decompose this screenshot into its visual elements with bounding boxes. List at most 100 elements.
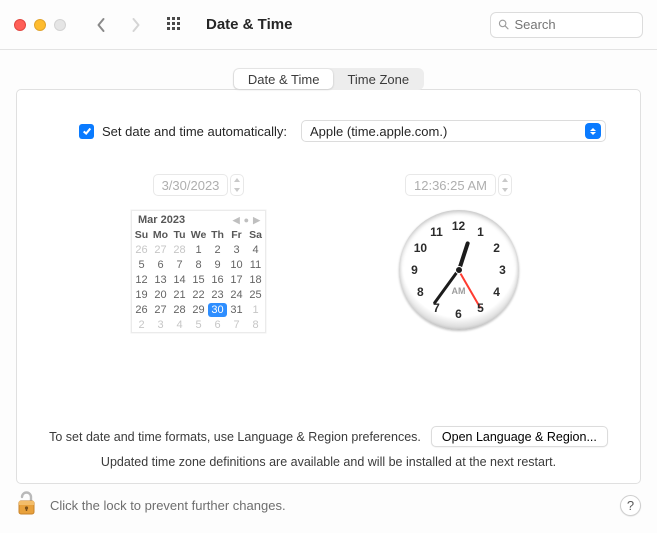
calendar-day[interactable]: 10	[227, 257, 246, 272]
show-all-prefs-button[interactable]	[162, 13, 188, 37]
tab-time-zone[interactable]: Time Zone	[333, 69, 423, 89]
calendar-day[interactable]: 1	[189, 242, 208, 257]
footer: Click the lock to prevent further change…	[0, 477, 657, 533]
tab-bar: Date & Time Time Zone	[0, 68, 657, 90]
calendar-day[interactable]: 18	[246, 272, 265, 287]
calendar-day[interactable]: 5	[132, 257, 151, 272]
close-window-button[interactable]	[14, 19, 26, 31]
time-stepper[interactable]: 12:36:25 AM	[405, 174, 512, 196]
date-stepper-buttons[interactable]	[230, 174, 244, 196]
date-stepper[interactable]: 3/30/2023	[153, 174, 245, 196]
calendar-dow: Tu	[170, 228, 189, 242]
calendar-day[interactable]: 4	[246, 242, 265, 257]
tz-update-note: Updated time zone definitions are availa…	[17, 455, 640, 469]
calendar-dow: Mo	[151, 228, 170, 242]
calendar-day[interactable]: 25	[246, 287, 265, 302]
calendar-day[interactable]: 15	[189, 272, 208, 287]
calendar-day[interactable]: 3	[227, 242, 246, 257]
clock-numeral: 12	[452, 219, 465, 233]
calendar-prev-icon[interactable]: ◀	[233, 215, 240, 226]
calendar-day[interactable]: 21	[170, 287, 189, 302]
auto-set-checkbox[interactable]	[79, 124, 94, 139]
calendar-dow: Sa	[246, 228, 265, 242]
panel-notes: To set date and time formats, use Langua…	[17, 426, 640, 469]
date-field[interactable]: 3/30/2023	[153, 174, 229, 196]
calendar[interactable]: Mar 2023 ◀ ● ▶ SuMoTuWeThFrSa 2627281234…	[131, 210, 266, 333]
search-field[interactable]	[490, 12, 643, 38]
calendar-day[interactable]: 26	[132, 242, 151, 257]
calendar-day[interactable]: 30	[208, 302, 227, 317]
calendar-day[interactable]: 7	[170, 257, 189, 272]
calendar-day[interactable]: 14	[170, 272, 189, 287]
back-button[interactable]	[88, 13, 114, 37]
calendar-day[interactable]: 2	[208, 242, 227, 257]
lock-text: Click the lock to prevent further change…	[50, 498, 286, 513]
calendar-day[interactable]: 22	[189, 287, 208, 302]
clock-numeral: 5	[477, 301, 484, 315]
calendar-day[interactable]: 5	[189, 317, 208, 332]
calendar-day[interactable]: 16	[208, 272, 227, 287]
analog-clock[interactable]: AM 123456789101112	[399, 210, 519, 330]
calendar-day[interactable]: 9	[208, 257, 227, 272]
calendar-day[interactable]: 17	[227, 272, 246, 287]
calendar-day[interactable]: 31	[227, 302, 246, 317]
calendar-day[interactable]: 1	[246, 302, 265, 317]
calendar-day[interactable]: 24	[227, 287, 246, 302]
auto-set-row: Set date and time automatically: Apple (…	[79, 120, 606, 142]
help-button[interactable]: ?	[620, 495, 641, 516]
calendar-day[interactable]: 2	[132, 317, 151, 332]
calendar-day[interactable]: 7	[227, 317, 246, 332]
calendar-dow: Su	[132, 228, 151, 242]
calendar-day[interactable]: 8	[189, 257, 208, 272]
minimize-window-button[interactable]	[34, 19, 46, 31]
window-controls	[14, 19, 66, 31]
calendar-day[interactable]: 28	[170, 302, 189, 317]
time-server-combobox[interactable]: Apple (time.apple.com.)	[301, 120, 606, 142]
calendar-day[interactable]: 12	[132, 272, 151, 287]
calendar-nav[interactable]: ◀ ● ▶	[233, 215, 260, 226]
calendar-day[interactable]: 11	[246, 257, 265, 272]
clock-pin	[455, 266, 463, 274]
time-column: 12:36:25 AM AM 123456789101112	[349, 174, 569, 333]
calendar-day[interactable]: 27	[151, 242, 170, 257]
auto-set-label: Set date and time automatically:	[102, 124, 287, 139]
search-icon	[498, 18, 509, 31]
time-server-value: Apple (time.apple.com.)	[310, 124, 447, 139]
calendar-day[interactable]: 27	[151, 302, 170, 317]
combobox-caret-icon	[585, 123, 601, 139]
clock-numeral: 8	[417, 285, 424, 299]
calendar-day[interactable]: 6	[208, 317, 227, 332]
calendar-dow: Th	[208, 228, 227, 242]
clock-numeral: 2	[493, 241, 500, 255]
clock-numeral: 9	[411, 263, 418, 277]
toolbar: Date & Time	[0, 0, 657, 50]
formats-note: To set date and time formats, use Langua…	[49, 430, 421, 444]
lock-open-icon	[16, 490, 38, 518]
calendar-next-icon[interactable]: ▶	[253, 215, 260, 226]
clock-numeral: 4	[493, 285, 500, 299]
calendar-day[interactable]: 8	[246, 317, 265, 332]
calendar-day[interactable]: 3	[151, 317, 170, 332]
clock-numeral: 6	[455, 307, 462, 321]
forward-button[interactable]	[122, 13, 148, 37]
calendar-day[interactable]: 20	[151, 287, 170, 302]
calendar-day[interactable]: 19	[132, 287, 151, 302]
calendar-day[interactable]: 13	[151, 272, 170, 287]
clock-numeral: 3	[499, 263, 506, 277]
lock-button[interactable]	[16, 490, 38, 521]
tab-date-time[interactable]: Date & Time	[234, 69, 334, 89]
clock-numeral: 10	[414, 241, 427, 255]
calendar-day[interactable]: 28	[170, 242, 189, 257]
calendar-day[interactable]: 6	[151, 257, 170, 272]
calendar-day[interactable]: 23	[208, 287, 227, 302]
open-language-region-button[interactable]: Open Language & Region...	[431, 426, 608, 447]
time-stepper-buttons[interactable]	[498, 174, 512, 196]
clock-numeral: 1	[477, 225, 484, 239]
calendar-today-icon[interactable]: ●	[244, 215, 249, 226]
calendar-day[interactable]: 29	[189, 302, 208, 317]
calendar-dow: Fr	[227, 228, 246, 242]
search-input[interactable]	[514, 17, 635, 32]
calendar-day[interactable]: 26	[132, 302, 151, 317]
time-field[interactable]: 12:36:25 AM	[405, 174, 496, 196]
calendar-day[interactable]: 4	[170, 317, 189, 332]
